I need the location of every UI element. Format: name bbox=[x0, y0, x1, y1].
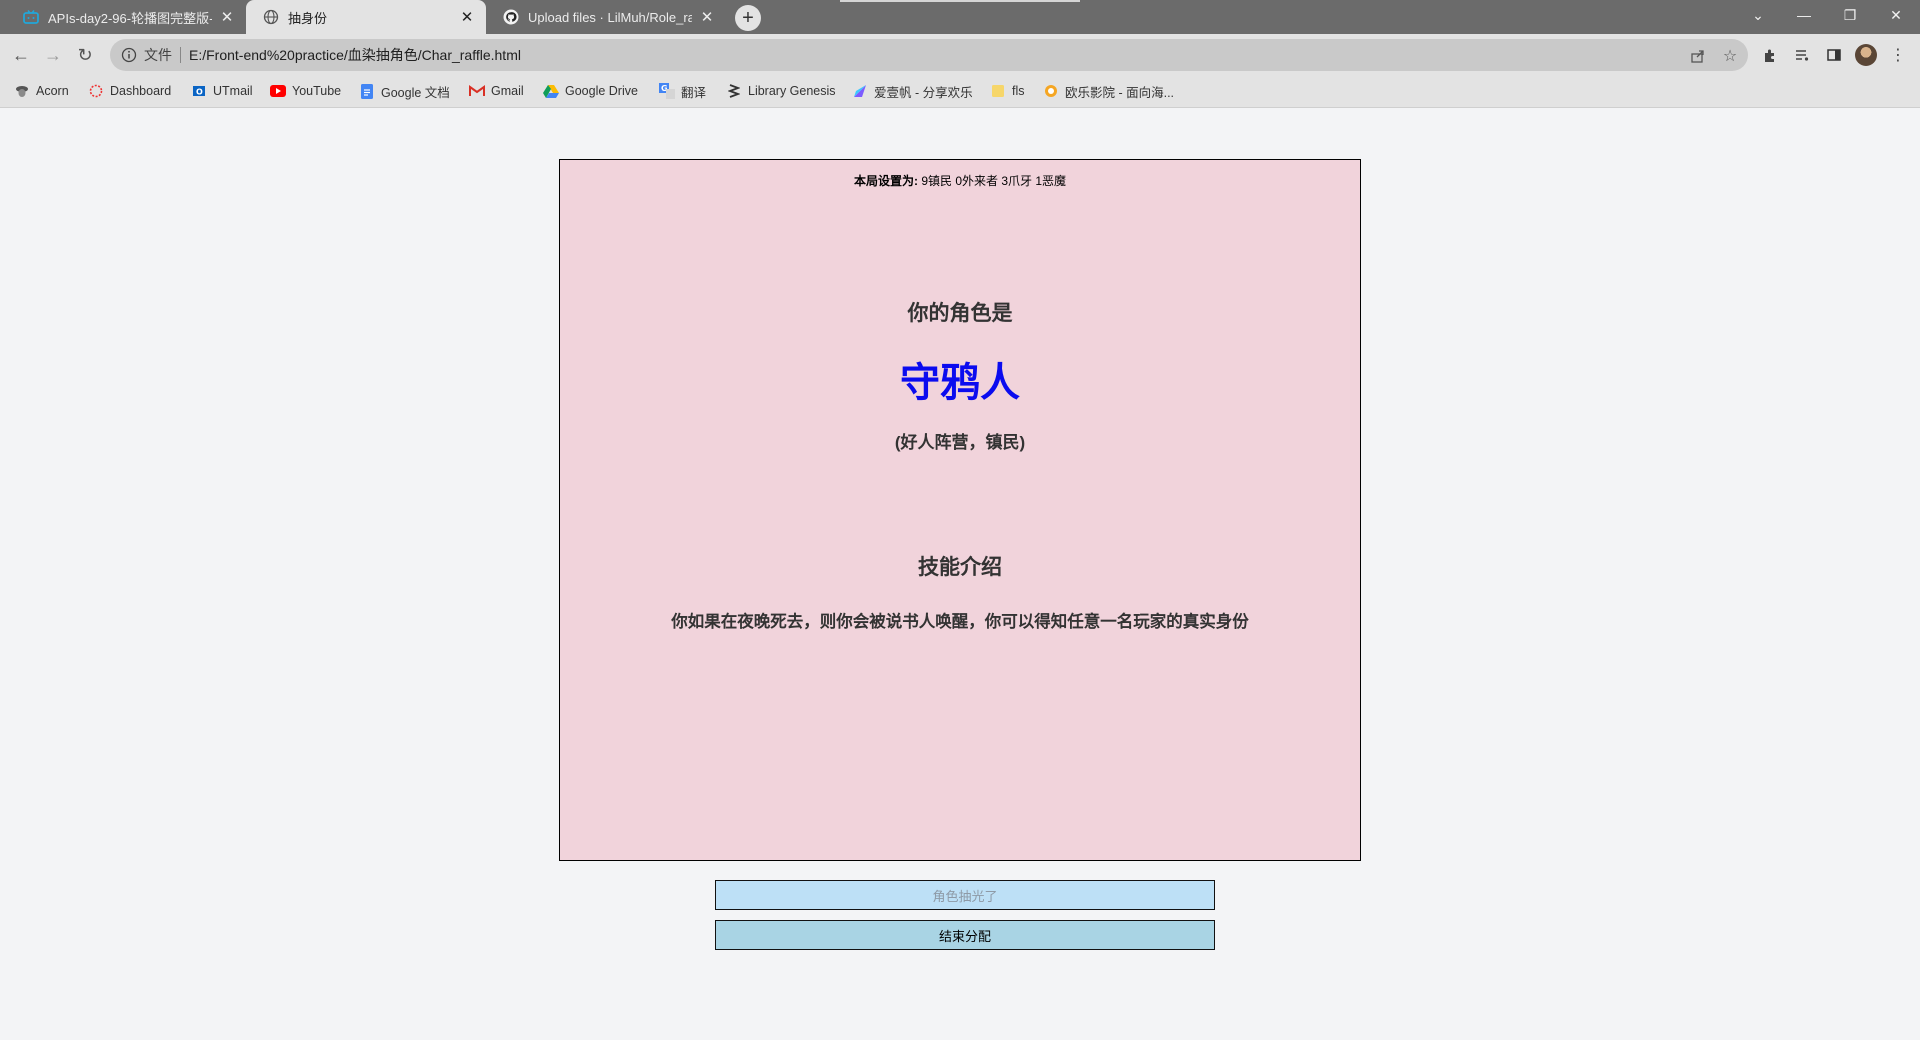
close-icon[interactable]: ✕ bbox=[218, 8, 236, 26]
profile-avatar[interactable] bbox=[1855, 44, 1877, 66]
acorn-icon bbox=[14, 83, 30, 99]
bookmark-iyf[interactable]: 爱壹帆 - 分享欢乐 bbox=[852, 76, 973, 106]
bookmark-label: Google Drive bbox=[565, 84, 638, 98]
bookmark-label: Library Genesis bbox=[748, 84, 836, 98]
bookmark-star-icon[interactable]: ☆ bbox=[1720, 46, 1740, 66]
address-bar[interactable]: 文件 E:/Front-end%20practice/血染抽角色/Char_ra… bbox=[110, 39, 1748, 71]
back-icon[interactable]: ← bbox=[8, 42, 34, 68]
tab-title: APIs-day2-96-轮播图完整版-上 bbox=[48, 10, 212, 26]
olevod-icon bbox=[1043, 83, 1059, 99]
extensions-icon[interactable] bbox=[1760, 45, 1780, 65]
reading-list-icon[interactable] bbox=[1792, 45, 1812, 65]
skill-title: 技能介绍 bbox=[918, 556, 1002, 579]
skill-description: 你如果在夜晚死去，则你会被说书人唤醒，你可以得知任意一名玩家的真实身份 bbox=[671, 613, 1249, 631]
share-icon[interactable] bbox=[1688, 46, 1708, 66]
browser-toolbar: ← → ↻ 文件 E:/Front-end%20practice/血染抽角色/C… bbox=[0, 34, 1920, 76]
scheme-label: 文件 bbox=[144, 47, 172, 63]
game-config: 本局设置为: 9镇民 0外来者 3爪牙 1恶魔 bbox=[560, 172, 1360, 189]
tab-strip-highlight bbox=[840, 0, 1080, 2]
bookmark-label: 翻译 bbox=[681, 85, 707, 100]
bookmark-library-genesis[interactable]: Library Genesis bbox=[726, 76, 836, 106]
url-text[interactable]: E:/Front-end%20practice/血染抽角色/Char_raffl… bbox=[189, 45, 521, 65]
youtube-icon bbox=[270, 83, 286, 99]
tab-title: 抽身份 bbox=[288, 10, 328, 26]
role-card: 本局设置为: 9镇民 0外来者 3爪牙 1恶魔 你的角色是 守鸦人 (好人阵营，… bbox=[559, 159, 1361, 861]
forward-icon[interactable]: → bbox=[40, 42, 66, 68]
dashboard-icon bbox=[88, 83, 104, 99]
draw-role-button[interactable]: 角色抽光了 bbox=[715, 880, 1215, 910]
close-icon[interactable]: ✕ bbox=[458, 8, 476, 26]
restore-icon[interactable]: ❐ bbox=[1827, 0, 1873, 30]
bookmark-label: Google 文档 bbox=[381, 85, 450, 100]
bookmark-fls[interactable]: fls bbox=[990, 76, 1025, 106]
folder-icon bbox=[990, 83, 1006, 99]
gmail-icon bbox=[469, 83, 485, 99]
bookmark-olevod[interactable]: 欧乐影院 - 面向海... bbox=[1043, 76, 1174, 106]
end-assignment-button[interactable]: 结束分配 bbox=[715, 920, 1215, 950]
bookmark-label: YouTube bbox=[292, 84, 342, 98]
tab-strip: APIs-day2-96-轮播图完整版-上 ✕ 抽身份 ✕ Upload fil… bbox=[0, 0, 1920, 34]
globe-icon bbox=[262, 8, 280, 26]
library-icon bbox=[726, 83, 742, 99]
bookmark-label: UTmail bbox=[213, 84, 253, 98]
google-drive-icon bbox=[543, 83, 559, 99]
translate-icon: G bbox=[659, 83, 675, 99]
role-name: 守鸦人 bbox=[900, 361, 1020, 405]
bookmark-google-drive[interactable]: Google Drive bbox=[543, 76, 638, 106]
close-window-icon[interactable]: ✕ bbox=[1873, 0, 1919, 30]
menu-kebab-icon[interactable]: ⋮ bbox=[1888, 45, 1908, 65]
bilibili-icon bbox=[22, 8, 40, 26]
close-icon[interactable]: ✕ bbox=[698, 8, 716, 26]
bookmark-dashboard[interactable]: Dashboard bbox=[88, 76, 171, 106]
github-icon bbox=[502, 8, 520, 26]
outlook-icon: O bbox=[191, 83, 207, 99]
bookmark-translate[interactable]: G 翻译 bbox=[659, 76, 706, 106]
bookmark-utmail[interactable]: O UTmail bbox=[191, 76, 253, 106]
role-caption: 你的角色是 bbox=[907, 302, 1013, 325]
role-faction: (好人阵营，镇民) bbox=[894, 433, 1026, 452]
bookmark-youtube[interactable]: YouTube bbox=[270, 76, 341, 106]
tab-draw-identity[interactable]: 抽身份 ✕ bbox=[246, 0, 486, 34]
game-config-label: 本局设置为: bbox=[853, 174, 918, 188]
bookmark-label: 爱壹帆 - 分享欢乐 bbox=[874, 85, 973, 100]
bookmark-google-docs[interactable]: Google 文档 bbox=[359, 76, 450, 106]
minimize-icon[interactable]: — bbox=[1781, 0, 1827, 30]
game-config-value: 9镇民 0外来者 3爪牙 1恶魔 bbox=[921, 174, 1067, 188]
bookmark-label: Gmail bbox=[491, 84, 524, 98]
tab-title: Upload files · LilMuh/Role_raff bbox=[528, 9, 692, 25]
tab-search-icon[interactable]: ⌄ bbox=[1735, 0, 1781, 30]
side-panel-icon[interactable] bbox=[1824, 45, 1844, 65]
iyf-icon bbox=[852, 83, 868, 99]
reload-icon[interactable]: ↻ bbox=[72, 42, 98, 68]
omnibox-divider bbox=[180, 47, 181, 63]
bookmark-label: 欧乐影院 - 面向海... bbox=[1065, 85, 1175, 100]
bookmark-label: Acorn bbox=[36, 84, 69, 98]
bookmark-label: fls bbox=[1012, 84, 1025, 98]
bookmark-label: Dashboard bbox=[110, 84, 172, 98]
new-tab-button[interactable]: + bbox=[735, 5, 761, 31]
svg-text:O: O bbox=[196, 88, 203, 97]
bookmarks-bar: Acorn Dashboard O UTmail YouTube Google … bbox=[0, 76, 1920, 108]
bookmark-acorn[interactable]: Acorn bbox=[14, 76, 69, 106]
google-docs-icon bbox=[359, 83, 375, 99]
info-icon[interactable] bbox=[120, 46, 138, 64]
tab-apis-day2[interactable]: APIs-day2-96-轮播图完整版-上 ✕ bbox=[6, 0, 246, 34]
tab-github-upload[interactable]: Upload files · LilMuh/Role_raff ✕ bbox=[486, 0, 726, 34]
bookmark-gmail[interactable]: Gmail bbox=[469, 76, 524, 106]
